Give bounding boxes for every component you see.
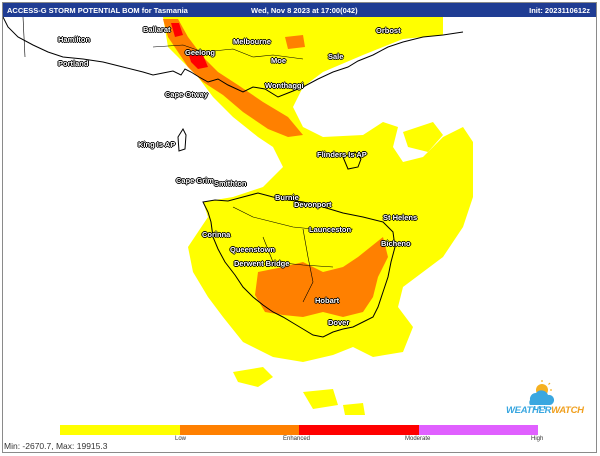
product-title: ACCESS-G STORM POTENTIAL BOM for Tasmani…: [7, 5, 188, 15]
legend-label-moderate: Moderate: [405, 436, 431, 442]
weatherwatch-wordmark: WEATHERWATCH: [506, 405, 584, 416]
place-bicheno: Bicheno: [381, 239, 411, 248]
place-dover: Dover: [328, 318, 350, 327]
legend-color-bar: [60, 425, 538, 435]
place-geelong: Geelong: [185, 48, 216, 57]
place-cape-otway: Cape Otway: [165, 90, 208, 99]
init-time: Init: 2023110612z: [529, 5, 590, 15]
map-canvas: [3, 17, 473, 415]
valid-time: Wed, Nov 8 2023 at 17:00(042): [251, 5, 358, 15]
place-smithton: Smithton: [214, 179, 247, 188]
min-max-readout: Min: -2670.7, Max: 19915.3: [4, 441, 108, 451]
legend-label-low: Low: [175, 436, 187, 442]
cloud-icon: [529, 390, 555, 405]
title-bar: ACCESS-G STORM POTENTIAL BOM for Tasmani…: [3, 3, 596, 17]
legend-enhanced-swatch: [179, 425, 299, 435]
place-wonthaggi: Wonthaggi: [265, 81, 304, 90]
place-st-helens: St Helens: [383, 213, 418, 222]
legend-high-swatch: [418, 425, 538, 435]
place-moe: Moe: [271, 56, 286, 65]
place-sale: Sale: [328, 52, 344, 61]
storm-potential-map: Ballarat Hamilton Melbourne Geelong Port…: [3, 17, 596, 417]
legend-moderate-swatch: [299, 425, 419, 435]
legend-label-enhanced: Enhanced: [283, 436, 311, 442]
place-launceston: Launceston: [309, 225, 352, 234]
wordmark-accent: WATCH: [551, 405, 584, 416]
place-hobart: Hobart: [315, 296, 340, 305]
yellow-patch-b: [233, 367, 273, 387]
place-melbourne: Melbourne: [233, 37, 271, 46]
king-island: [177, 127, 187, 152]
legend-low-swatch: [60, 425, 180, 435]
yellow-patch-c: [303, 389, 338, 409]
place-ballarat: Ballarat: [143, 25, 171, 34]
place-devonport: Devonport: [294, 200, 332, 209]
place-corinna: Corinna: [202, 230, 231, 239]
place-portland: Portland: [58, 59, 89, 68]
place-king-is-ap: King Is AP: [138, 140, 176, 149]
place-hamilton: Hamilton: [58, 35, 91, 44]
place-cape-grim: Cape Grim: [176, 176, 214, 185]
place-flinders-is-ap: Flinders Is AP: [317, 150, 367, 159]
orange-patch-a: [285, 35, 305, 49]
yellow-patch-d: [343, 403, 365, 415]
wordmark-main: WEATHER: [506, 405, 552, 416]
sa-vic-border: [22, 17, 26, 58]
legend-label-high: High: [531, 436, 544, 442]
place-queenstown: Queenstown: [230, 245, 276, 254]
place-orbost: Orbost: [376, 26, 401, 35]
place-derwent-bridge: Derwent Bridge: [234, 259, 290, 268]
